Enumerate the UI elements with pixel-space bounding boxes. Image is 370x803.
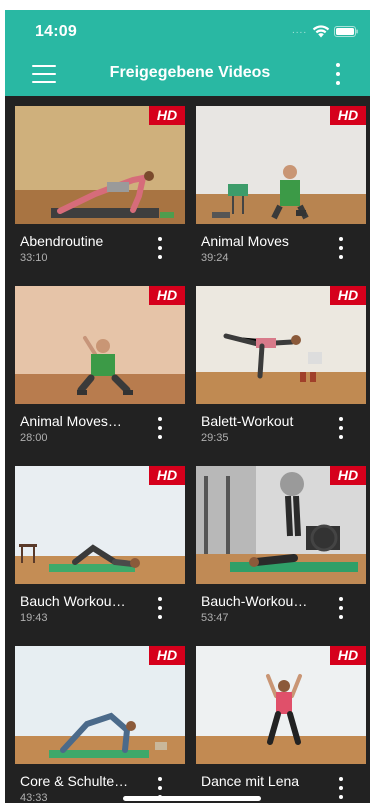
signal-dots: ....: [292, 25, 308, 36]
hd-badge: HD: [149, 106, 185, 125]
video-thumbnail[interactable]: HD: [15, 106, 185, 224]
video-duration: 33:10: [20, 252, 48, 264]
video-duration: 29:35: [201, 432, 229, 444]
home-indicator[interactable]: [123, 796, 261, 801]
video-title: Bauch-Workou…: [201, 593, 308, 609]
more-vertical-icon[interactable]: [336, 416, 346, 442]
menu-icon[interactable]: [32, 65, 56, 83]
more-vertical-icon[interactable]: [336, 776, 346, 802]
video-title: Animal Moves: [201, 233, 289, 249]
hd-badge: HD: [149, 286, 185, 305]
hd-badge: HD: [149, 646, 185, 665]
video-card[interactable]: HD Core & Schulte… 43:33: [15, 646, 185, 803]
more-vertical-icon[interactable]: [155, 236, 165, 262]
hd-badge: HD: [330, 286, 366, 305]
video-thumbnail[interactable]: HD: [15, 286, 185, 404]
video-thumbnail[interactable]: HD: [15, 466, 185, 584]
video-thumbnail[interactable]: HD: [196, 286, 366, 404]
video-card[interactable]: HD Abendroutine 33:10: [15, 106, 185, 281]
video-duration: 39:24: [201, 252, 229, 264]
hd-badge: HD: [330, 466, 366, 485]
video-card[interactable]: HD Balett-Workout 29:35: [196, 286, 366, 461]
more-vertical-icon[interactable]: [336, 596, 346, 622]
wifi-icon: [312, 25, 330, 38]
app-screen: 14:09 .... Freigegebene Videos HD Abendr…: [5, 10, 370, 803]
more-vertical-icon[interactable]: [336, 236, 346, 262]
status-time: 14:09: [35, 23, 77, 40]
video-card[interactable]: HD Animal Moves… 28:00: [15, 286, 185, 461]
hd-badge: HD: [330, 646, 366, 665]
more-vertical-icon[interactable]: [155, 416, 165, 442]
video-card[interactable]: HD Bauch Workou… 19:43: [15, 466, 185, 641]
video-thumbnail[interactable]: HD: [196, 466, 366, 584]
more-vertical-icon[interactable]: [333, 62, 343, 86]
video-card[interactable]: HD Bauch-Workou… 53:47: [196, 466, 366, 641]
video-title: Bauch Workou…: [20, 593, 126, 609]
video-thumbnail[interactable]: HD: [196, 646, 366, 764]
video-duration: 28:00: [20, 432, 48, 444]
app-header: 14:09 .... Freigegebene Videos: [5, 10, 370, 96]
battery-icon: [334, 26, 358, 37]
video-title: Animal Moves…: [20, 413, 122, 429]
hd-badge: HD: [330, 106, 366, 125]
more-vertical-icon[interactable]: [155, 596, 165, 622]
page-title: Freigegebene Videos: [109, 64, 271, 81]
video-duration: 19:43: [20, 612, 48, 624]
video-duration: 43:33: [20, 792, 48, 803]
video-title: Core & Schulte…: [20, 773, 129, 789]
hd-badge: HD: [149, 466, 185, 485]
video-card[interactable]: HD Animal Moves 39:24: [196, 106, 366, 281]
video-title: Balett-Workout: [201, 413, 294, 429]
video-duration: 53:47: [201, 612, 229, 624]
video-thumbnail[interactable]: HD: [196, 106, 366, 224]
video-thumbnail[interactable]: HD: [15, 646, 185, 764]
video-title: Dance mit Lena: [201, 773, 300, 789]
video-card[interactable]: HD Dance mit Lena: [196, 646, 366, 803]
video-title: Abendroutine: [20, 233, 104, 249]
